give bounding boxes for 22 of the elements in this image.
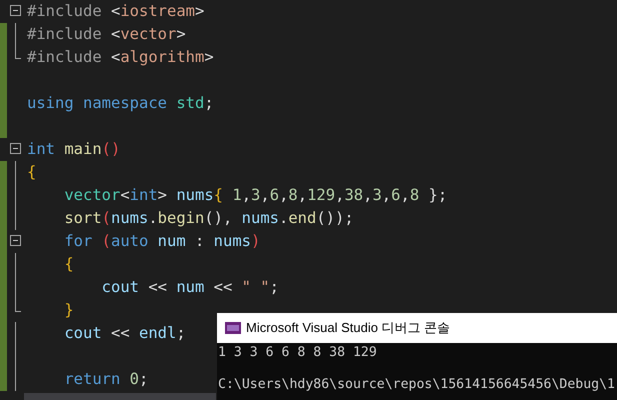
code-line: sort(nums.begin(), nums.end()); [63,208,354,229]
code-line: { [27,162,36,183]
collapse-icon[interactable] [10,235,21,246]
code-line: int main() [27,139,120,160]
collapse-icon[interactable] [10,5,21,16]
code-line: cout << num << " "; [100,277,279,298]
console-output: C:\Users\hdy86\source\repos\15614156645456\Debug\1 [218,377,615,392]
code-line: using namespace std; [27,93,214,114]
code-line: cout << endl; [63,323,186,344]
scrollbar[interactable] [24,393,216,400]
window-title: Microsoft Visual Studio 디버그 콘솔 [246,319,450,337]
code-line: #include <iostream> [27,1,204,22]
code-line: for (auto num : nums) [63,231,260,252]
code-line: } [63,300,74,321]
code-line: { [63,254,74,275]
code-line: #include <vector> [27,24,186,45]
console-output: 1 3 3 6 6 8 8 38 129 [218,345,377,360]
code-line: return 0; [63,369,148,390]
code-line: vector<int> nums{ 1,3,6,8,129,38,3,6,8 }; [63,185,448,206]
collapse-icon[interactable] [10,143,21,154]
code-line: #include <algorithm> [27,47,214,68]
console-icon [225,322,241,334]
